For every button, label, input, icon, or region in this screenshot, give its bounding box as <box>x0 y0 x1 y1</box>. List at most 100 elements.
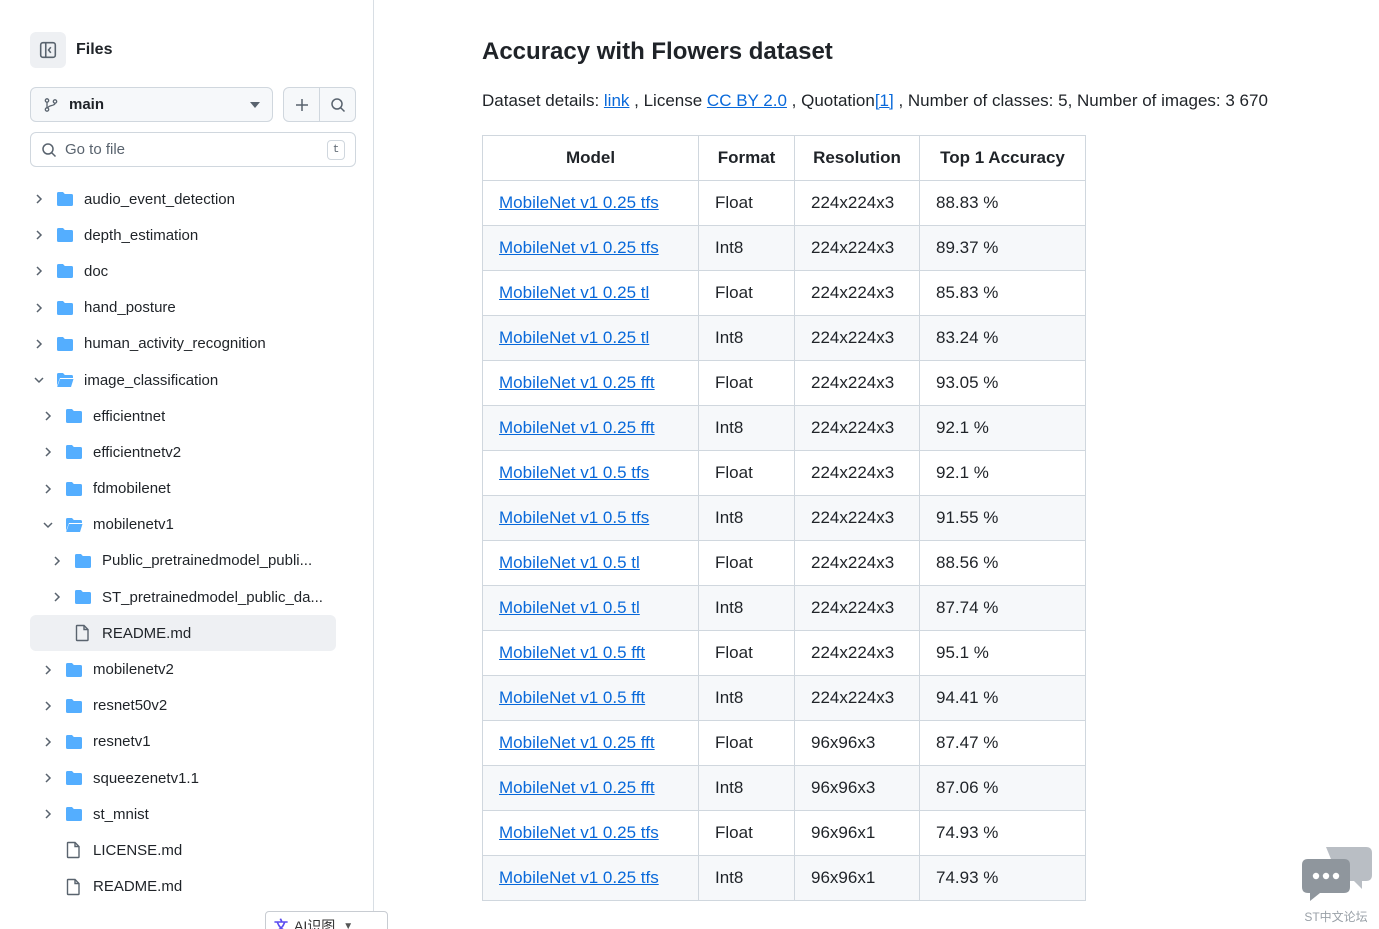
model-link[interactable]: MobileNet v1 0.25 tfs <box>499 823 659 842</box>
tree-folder-item[interactable]: human_activity_recognition <box>30 326 336 362</box>
format-cell: Float <box>698 450 795 496</box>
chevron-right-icon[interactable] <box>48 588 66 606</box>
chevron-right-icon[interactable] <box>30 262 48 280</box>
tree-folder-item[interactable]: efficientnetv2 <box>30 434 336 470</box>
tree-folder-item[interactable]: mobilenetv2 <box>30 651 336 687</box>
model-link[interactable]: MobileNet v1 0.5 tl <box>499 598 640 617</box>
chevron-right-icon[interactable] <box>39 480 57 498</box>
tree-file-item[interactable]: LICENSE.md <box>30 832 336 868</box>
branch-name: main <box>69 96 105 113</box>
model-link[interactable]: MobileNet v1 0.25 fft <box>499 418 655 437</box>
tree-folder-item[interactable]: st_mnist <box>30 796 336 832</box>
model-cell: MobileNet v1 0.25 tfs <box>482 225 699 271</box>
chevron-right-icon[interactable] <box>39 805 57 823</box>
tree-folder-item[interactable]: depth_estimation <box>30 217 336 253</box>
chevron-down-icon[interactable] <box>39 516 57 534</box>
table-row: MobileNet v1 0.25 tfs Int8 224x224x3 89.37 … <box>482 225 1086 271</box>
details-prefix: Dataset details: <box>482 91 604 110</box>
triangle-down-icon <box>250 101 260 108</box>
tree-folder-item[interactable]: efficientnet <box>30 398 336 434</box>
git-branch-icon <box>44 97 58 112</box>
license-link[interactable]: CC BY 2.0 <box>707 91 787 110</box>
accuracy-cell: 92.1 % <box>919 450 1086 496</box>
model-link[interactable]: MobileNet v1 0.25 tfs <box>499 193 659 212</box>
chat-bubbles-icon <box>1302 847 1372 901</box>
tree-item-label: ST_pretrainedmodel_public_da... <box>102 588 323 606</box>
model-link[interactable]: MobileNet v1 0.5 fft <box>499 643 645 662</box>
model-link[interactable]: MobileNet v1 0.25 tfs <box>499 868 659 887</box>
model-link[interactable]: MobileNet v1 0.5 tfs <box>499 463 649 482</box>
tree-file-item[interactable]: README.md <box>30 615 336 652</box>
chevron-right-icon[interactable] <box>39 407 57 425</box>
chevron-right-icon[interactable] <box>48 552 66 570</box>
accuracy-cell: 91.55 % <box>919 495 1086 541</box>
branch-row: main <box>30 87 356 122</box>
tree-folder-item[interactable]: resnetv1 <box>30 724 336 760</box>
tree-folder-item[interactable]: fdmobilenet <box>30 471 336 507</box>
chevron-right-icon[interactable] <box>39 697 57 715</box>
search-code-button[interactable] <box>319 88 355 121</box>
tree-folder-item[interactable]: resnet50v2 <box>30 688 336 724</box>
model-link[interactable]: MobileNet v1 0.25 fft <box>499 733 655 752</box>
chevron-right-icon[interactable] <box>30 299 48 317</box>
model-cell: MobileNet v1 0.25 tfs <box>482 180 699 226</box>
tree-folder-item[interactable]: Public_pretrainedmodel_publi... <box>30 543 336 579</box>
folder-icon <box>56 262 76 280</box>
accuracy-table: Model Format Resolution Top 1 Accuracy M… <box>482 135 1086 901</box>
go-to-file-input[interactable] <box>65 141 327 158</box>
model-cell: MobileNet v1 0.5 fft <box>482 630 699 676</box>
file-icon <box>65 878 85 896</box>
model-link[interactable]: MobileNet v1 0.5 tfs <box>499 508 649 527</box>
tree-file-item[interactable]: README.md <box>30 869 336 905</box>
chevron-right-icon[interactable] <box>30 190 48 208</box>
dataset-link[interactable]: link <box>604 91 630 110</box>
resolution-cell: 224x224x3 <box>794 630 920 676</box>
tree-item-label: resnet50v2 <box>93 697 168 715</box>
model-link[interactable]: MobileNet v1 0.5 tl <box>499 553 640 572</box>
accuracy-cell: 85.83 % <box>919 270 1086 316</box>
folder-icon <box>65 443 85 461</box>
quotation-link[interactable]: [1] <box>875 91 894 110</box>
tree-folder-item[interactable]: hand_posture <box>30 290 336 326</box>
folder-icon <box>74 552 94 570</box>
chevron-right-icon[interactable] <box>39 661 57 679</box>
tree-folder-item[interactable]: mobilenetv1 <box>30 507 336 543</box>
add-file-button[interactable] <box>284 88 319 121</box>
chevron-right-icon[interactable] <box>30 226 48 244</box>
tree-item-label: efficientnet <box>93 407 166 425</box>
model-link[interactable]: MobileNet v1 0.5 fft <box>499 688 645 707</box>
format-cell: Int8 <box>698 315 795 361</box>
column-header-format: Format <box>698 135 795 181</box>
model-link[interactable]: MobileNet v1 0.25 tl <box>499 283 649 302</box>
chevron-right-icon[interactable] <box>39 733 57 751</box>
tree-folder-item[interactable]: squeezenetv1.1 <box>30 760 336 796</box>
model-link[interactable]: MobileNet v1 0.25 fft <box>499 778 655 797</box>
go-to-file-search[interactable]: t <box>30 132 356 167</box>
accuracy-cell: 89.37 % <box>919 225 1086 271</box>
tree-folder-item[interactable]: audio_event_detection <box>30 181 336 217</box>
chevron-right-icon[interactable] <box>30 335 48 353</box>
format-cell: Float <box>698 270 795 316</box>
folder-icon <box>65 805 85 823</box>
chevron-right-icon[interactable] <box>39 769 57 787</box>
tree-item-label: squeezenetv1.1 <box>93 769 199 787</box>
tree-folder-item[interactable]: image_classification <box>30 362 336 398</box>
tree-folder-item[interactable]: doc <box>30 253 336 289</box>
file-icon <box>65 841 85 859</box>
tree-item-label: doc <box>84 262 109 280</box>
model-link[interactable]: MobileNet v1 0.25 tfs <box>499 238 659 257</box>
ai-image-recognition-popup[interactable]: 文 AI识图 ▼ <box>265 911 388 929</box>
ai-popup-label: AI识图 <box>294 918 336 929</box>
table-row: MobileNet v1 0.25 tl Int8 224x224x3 83.24 % <box>482 315 1086 361</box>
forum-watermark: ST中文论坛 <box>1298 845 1374 925</box>
tree-folder-item[interactable]: ST_pretrainedmodel_public_da... <box>30 579 336 615</box>
model-link[interactable]: MobileNet v1 0.25 fft <box>499 373 655 392</box>
chevron-down-icon[interactable] <box>30 371 48 389</box>
format-cell: Float <box>698 630 795 676</box>
model-link[interactable]: MobileNet v1 0.25 tl <box>499 328 649 347</box>
model-cell: MobileNet v1 0.5 tfs <box>482 450 699 496</box>
chevron-right-icon[interactable] <box>39 443 57 461</box>
collapse-sidebar-button[interactable] <box>30 32 66 68</box>
branch-selector[interactable]: main <box>30 87 273 122</box>
section-heading: Accuracy with Flowers dataset <box>482 38 833 65</box>
